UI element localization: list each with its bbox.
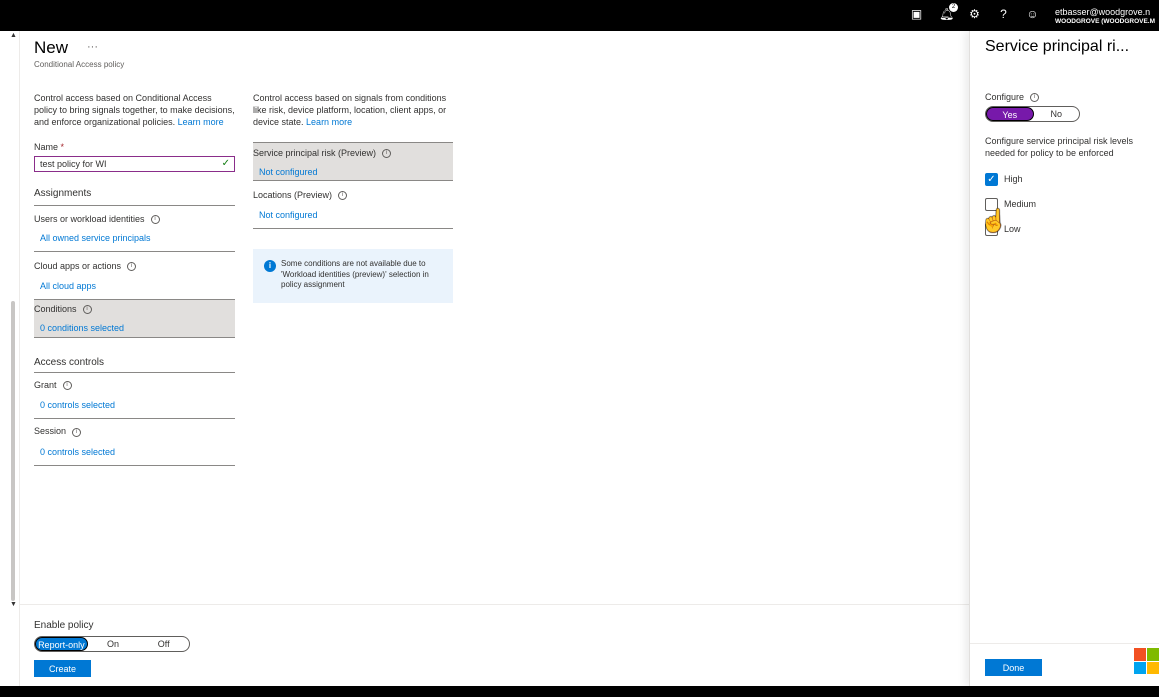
name-label-text: Name (34, 142, 59, 152)
conditions-description: Control access based on signals from con… (253, 92, 453, 128)
assignments-divider (34, 205, 235, 206)
cloud-apps-label-text: Cloud apps or actions (34, 261, 122, 272)
locations-selector[interactable]: Not configured (253, 210, 453, 220)
locations-divider (253, 228, 453, 230)
session-divider (34, 464, 235, 466)
cloud-apps-label: Cloud apps or actions i (34, 261, 235, 272)
conditions-selector[interactable]: 0 conditions selected (34, 323, 235, 333)
panel-footer: Done (970, 643, 1159, 686)
users-label-text: Users or workload identities (34, 214, 145, 224)
info-icon[interactable]: i (1030, 93, 1040, 103)
user-tenant: WOODGROVE (WOODGROVE.M (1055, 18, 1156, 25)
top-bar-icons: ▣ 🔔︎ 2 ⚙ ? ☺ (910, 3, 1039, 21)
cloud-shell-icon[interactable]: ▣ (910, 8, 923, 21)
users-label: Users or workload identities i (34, 214, 235, 225)
info-notice: i Some conditions are not available due … (253, 249, 453, 303)
grant-label-text: Grant (34, 380, 57, 391)
service-principal-risk-panel: Service principal ri... Configure i Yes N… (969, 31, 1159, 686)
valid-check-icon: ✓ (221, 158, 230, 169)
conditions-row[interactable]: Conditions i 0 conditions selected (34, 300, 235, 338)
page-subtitle: Conditional Access policy (34, 60, 125, 69)
conditions-label: Conditions i (34, 304, 235, 315)
name-input[interactable]: test policy for WI ✓ (34, 156, 235, 172)
policy-description: Control access based on Conditional Acce… (34, 92, 235, 128)
info-icon[interactable]: i (338, 191, 348, 201)
info-filled-icon: i (264, 260, 276, 272)
configure-label-text: Configure (985, 92, 1025, 102)
more-options-icon[interactable]: ··· (87, 41, 98, 53)
configure-toggle[interactable]: Yes No (985, 106, 1080, 122)
conditions-label-text: Conditions (34, 304, 77, 315)
option-no[interactable]: No (1034, 107, 1080, 121)
learn-more-link[interactable]: Learn more (178, 117, 224, 127)
users-divider (34, 251, 235, 253)
access-controls-divider (34, 372, 235, 374)
option-off[interactable]: Off (138, 637, 189, 651)
microsoft-logo (1134, 648, 1159, 674)
enable-policy-label: Enable policy (34, 620, 94, 631)
option-report-only[interactable]: Report-only (35, 637, 88, 651)
name-label: Name * (34, 142, 235, 152)
left-rail: ▲ ▼ (0, 31, 20, 686)
assignments-heading: Assignments (34, 188, 92, 199)
notification-badge: 2 (949, 3, 958, 12)
sp-risk-divider (253, 180, 453, 181)
policy-blade: ▲ ▼ New ··· Conditional Access policy Co… (0, 31, 969, 686)
configure-label: Configure i (985, 92, 1040, 103)
panel-title: Service principal ri... (985, 38, 1130, 55)
policy-settings-column: Control access based on Conditional Acce… (34, 92, 235, 466)
panel-description: Configure service principal risk levels … (985, 136, 1134, 158)
info-icon[interactable]: i (127, 262, 137, 272)
create-button[interactable]: Create (34, 660, 91, 677)
info-icon[interactable]: i (72, 427, 82, 437)
info-icon[interactable]: i (82, 305, 92, 315)
hand-cursor-icon: ☝ (980, 208, 1008, 233)
sp-risk-label-text: Service principal risk (Preview) (253, 148, 377, 158)
sp-risk-row[interactable]: Service principal risk (Preview) i Not co… (253, 143, 453, 180)
high-label: High (1004, 174, 1023, 184)
cloud-apps-selector[interactable]: All cloud apps (34, 281, 235, 291)
scroll-up-icon[interactable]: ▲ (10, 32, 17, 39)
notice-text: Some conditions are not available due to… (281, 259, 429, 289)
done-button[interactable]: Done (985, 659, 1042, 676)
option-yes[interactable]: Yes (986, 107, 1034, 121)
conditions-column: Control access based on signals from con… (253, 92, 453, 230)
user-email: etbasser@woodgrove.n (1055, 7, 1151, 17)
scrollbar-thumb[interactable] (11, 301, 15, 601)
top-bar: ▣ 🔔︎ 2 ⚙ ? ☺ etbasser@woodgrove.n WOODGRO… (0, 0, 1159, 31)
grant-selector[interactable]: 0 controls selected (34, 400, 235, 410)
session-selector[interactable]: 0 controls selected (34, 447, 235, 457)
conditions-divider (34, 337, 235, 339)
info-icon[interactable]: i (62, 381, 72, 391)
session-label-text: Session (34, 426, 67, 437)
session-label: Session i (34, 426, 235, 437)
info-icon[interactable]: i (382, 149, 392, 159)
sp-risk-selector[interactable]: Not configured (253, 167, 453, 177)
medium-label: Medium (1004, 199, 1037, 209)
grant-label: Grant i (34, 380, 235, 391)
learn-more-link[interactable]: Learn more (306, 117, 352, 127)
name-input-value: test policy for WI (40, 159, 107, 169)
notifications-icon[interactable]: 🔔︎ 2 (939, 3, 958, 21)
option-on[interactable]: On (88, 637, 139, 651)
sp-risk-label: Service principal risk (Preview) i (253, 148, 453, 159)
scroll-down-icon[interactable]: ▼ (10, 601, 17, 608)
feedback-icon[interactable]: ☺ (1026, 8, 1039, 21)
required-marker: * (60, 142, 65, 152)
bottom-bar (0, 686, 1159, 697)
blade-footer: Enable policy Report-only On Off Create (20, 604, 969, 686)
page-title: New (34, 38, 69, 57)
users-selector[interactable]: All owned service principals (34, 233, 235, 243)
help-icon[interactable]: ? (997, 8, 1010, 21)
enable-policy-toggle[interactable]: Report-only On Off (34, 636, 190, 652)
grant-divider (34, 418, 235, 420)
locations-label-text: Locations (Preview) (253, 190, 333, 200)
locations-label: Locations (Preview) i (253, 190, 453, 201)
access-controls-heading: Access controls (34, 357, 105, 369)
high-checkbox[interactable]: ✓ (985, 173, 998, 186)
settings-icon[interactable]: ⚙ (968, 8, 981, 21)
account-menu[interactable]: etbasser@woodgrove.n WOODGROVE (WOODGROV… (1055, 7, 1155, 25)
info-icon[interactable]: i (150, 215, 160, 225)
